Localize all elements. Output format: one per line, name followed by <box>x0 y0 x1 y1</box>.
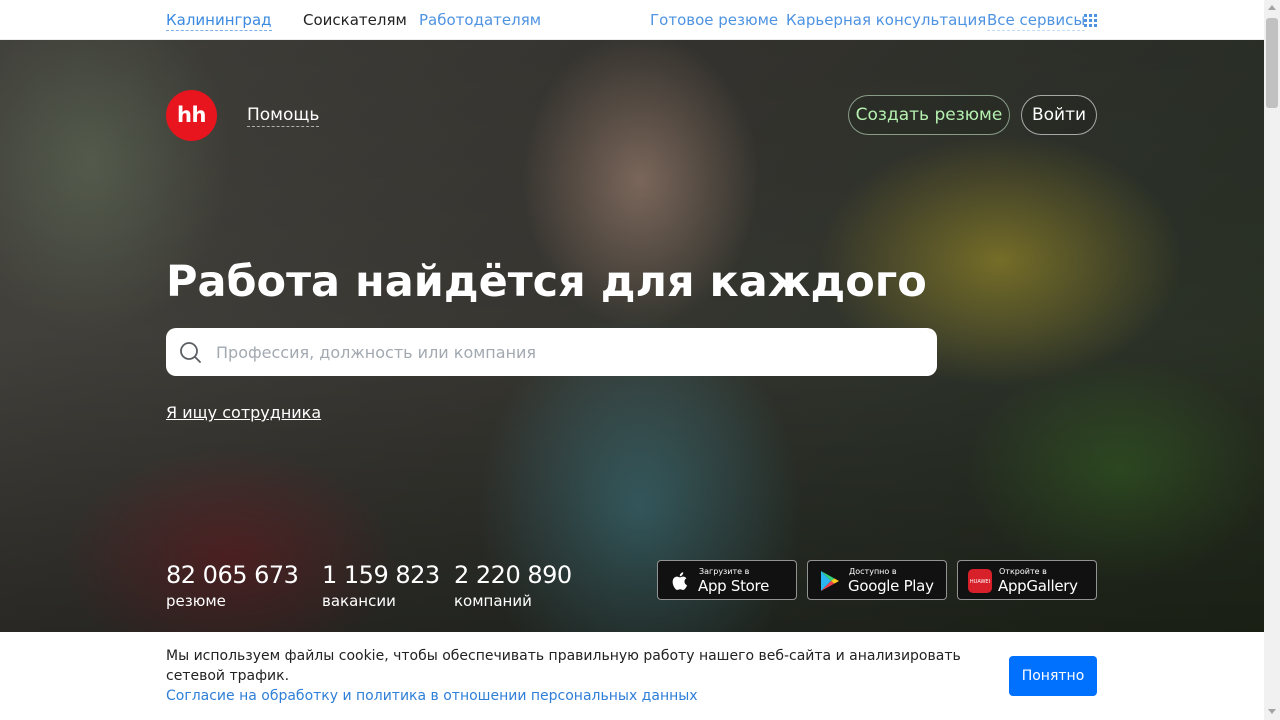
stat-value: 1 159 823 <box>322 561 440 589</box>
scroll-down-icon[interactable] <box>1268 709 1276 714</box>
cookie-accept-button[interactable]: Понятно <box>1009 656 1097 696</box>
grid-icon[interactable] <box>1084 14 1097 27</box>
search-input[interactable] <box>214 328 914 376</box>
app-gallery-button[interactable]: HUAWEI Откройте в AppGallery <box>957 560 1097 600</box>
stat-label: вакансии <box>322 592 396 610</box>
nav-all-services[interactable]: Все сервисы <box>987 10 1086 31</box>
store-name: Google Play <box>848 577 934 595</box>
nav-seekers[interactable]: Соискателям <box>303 10 407 30</box>
nav-career-consultation[interactable]: Карьерная консультация <box>786 10 986 30</box>
stat-value: 82 065 673 <box>166 561 299 589</box>
store-name: App Store <box>698 577 770 595</box>
cookie-banner: Мы используем файлы cookie, чтобы обеспе… <box>0 632 1264 720</box>
google-play-button[interactable]: Доступно в Google Play <box>807 560 947 600</box>
scroll-up-icon[interactable] <box>1268 5 1276 10</box>
search-box <box>166 328 937 376</box>
nav-employers[interactable]: Работодателям <box>419 10 541 30</box>
store-caption: Откройте в <box>999 567 1047 576</box>
city-selector[interactable]: Калининград <box>166 10 272 31</box>
login-button[interactable]: Войти <box>1021 95 1097 135</box>
employer-search-link[interactable]: Я ищу сотрудника <box>166 402 321 424</box>
create-resume-button[interactable]: Создать резюме <box>848 95 1010 135</box>
hero-section: hh Помощь Создать резюме Войти Работа на… <box>0 40 1264 632</box>
page-title: Работа найдётся для каждого <box>166 257 927 307</box>
stat-value: 2 220 890 <box>454 561 572 589</box>
cookie-text: Мы используем файлы cookie, чтобы обеспе… <box>166 648 961 684</box>
apple-icon <box>672 572 687 590</box>
hh-logo[interactable]: hh <box>166 90 217 141</box>
scrollbar[interactable] <box>1264 0 1280 720</box>
scroll-thumb[interactable] <box>1266 18 1278 108</box>
stat-resumes: 82 065 673 резюме <box>166 560 299 612</box>
svg-text:HUAWEI: HUAWEI <box>970 579 990 585</box>
huawei-icon: HUAWEI <box>968 569 992 593</box>
nav-ready-resume[interactable]: Готовое резюме <box>650 10 778 30</box>
store-name: AppGallery <box>998 577 1078 595</box>
store-caption: Загрузите в <box>699 567 750 576</box>
top-bar: Калининград Соискателям Работодателям Го… <box>0 0 1264 40</box>
search-icon <box>180 342 201 363</box>
stat-label: компаний <box>454 592 532 610</box>
privacy-policy-link[interactable]: Согласие на обработку и политика в отнош… <box>166 686 698 706</box>
help-link[interactable]: Помощь <box>247 104 320 127</box>
app-store-button[interactable]: Загрузите в App Store <box>657 560 797 600</box>
google-play-icon <box>821 571 839 591</box>
stat-vacancies: 1 159 823 вакансии <box>322 560 440 612</box>
stat-label: резюме <box>166 592 226 610</box>
stat-companies: 2 220 890 компаний <box>454 560 572 612</box>
store-caption: Доступно в <box>849 567 897 576</box>
